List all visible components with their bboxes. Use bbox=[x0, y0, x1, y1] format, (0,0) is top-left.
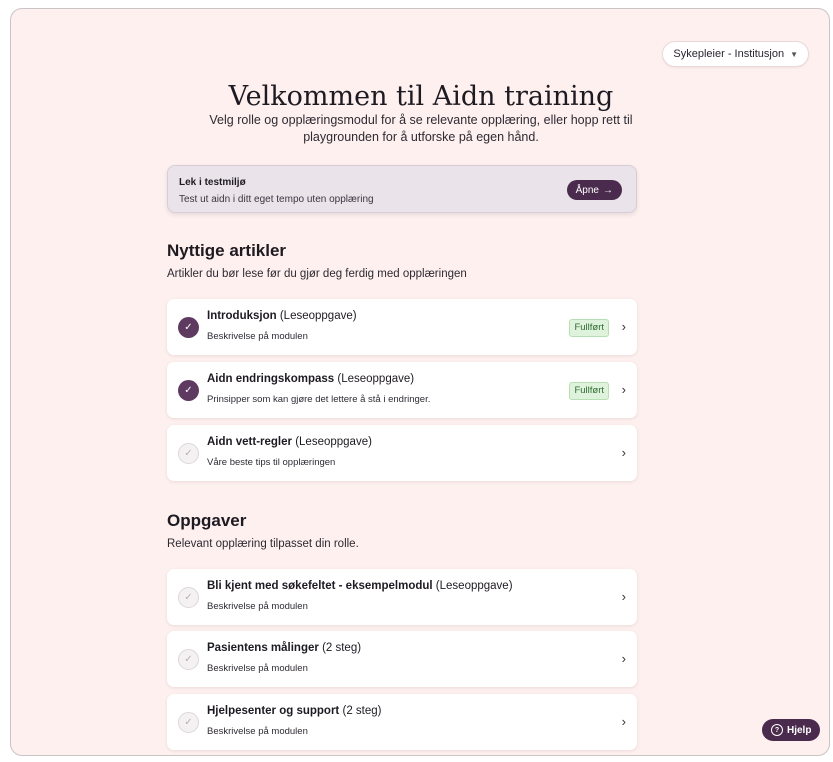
arrow-right-icon: → bbox=[603, 184, 613, 196]
page-title: Velkommen til Aidn training bbox=[228, 81, 614, 112]
check-icon: ✓ bbox=[178, 380, 199, 401]
check-icon: ✓ bbox=[178, 649, 199, 670]
task-title: Bli kjent med søkefeltet - eksempelmodul… bbox=[207, 580, 513, 592]
task-item-sokefeltet[interactable]: ✓ Bli kjent med søkefeltet - eksempelmod… bbox=[167, 569, 637, 625]
sandbox-title: Lek i testmiljø bbox=[179, 177, 246, 188]
task-description: Beskrivelse på modulen bbox=[207, 663, 308, 674]
chevron-right-icon: › bbox=[621, 589, 626, 604]
chevron-right-icon: › bbox=[621, 445, 626, 460]
completed-badge: Fullført bbox=[569, 319, 609, 337]
task-description: Beskrivelse på modulen bbox=[207, 601, 308, 612]
completed-badge: Fullført bbox=[569, 382, 609, 400]
task-title: Hjelpesenter og support (2 steg) bbox=[207, 705, 382, 717]
chevron-right-icon: › bbox=[621, 319, 626, 334]
chevron-right-icon: › bbox=[621, 651, 626, 666]
role-select[interactable]: Sykepleier - Institusjon ▼ bbox=[662, 41, 809, 67]
help-label: Hjelp bbox=[787, 724, 812, 736]
help-circle-icon: ? bbox=[771, 724, 783, 736]
sandbox-card[interactable]: Lek i testmiljø Test ut aidn i ditt eget… bbox=[167, 165, 637, 213]
article-item-endringskompass[interactable]: ✓ Aidn endringskompass (Leseoppgave) Pri… bbox=[167, 362, 637, 418]
task-item-malinger[interactable]: ✓ Pasientens målinger (2 steg) Beskrivel… bbox=[167, 631, 637, 687]
articles-subtitle: Artikler du bør lese før du gjør deg fer… bbox=[167, 268, 467, 280]
check-icon: ✓ bbox=[178, 443, 199, 464]
chevron-right-icon: › bbox=[621, 382, 626, 397]
articles-title: Nyttige artikler bbox=[167, 241, 287, 260]
task-title: Pasientens målinger (2 steg) bbox=[207, 642, 362, 654]
article-item-vett-regler[interactable]: ✓ Aidn vett-regler (Leseoppgave) Våre be… bbox=[167, 425, 637, 481]
open-sandbox-button[interactable]: Åpne → bbox=[566, 180, 622, 200]
tasks-title: Oppgaver bbox=[167, 511, 247, 530]
role-select-label: Sykepleier - Institusjon bbox=[673, 48, 785, 60]
task-description: Beskrivelse på modulen bbox=[207, 726, 308, 737]
check-icon: ✓ bbox=[178, 587, 199, 608]
app-window: Sykepleier - Institusjon ▼ Velkommen til… bbox=[10, 8, 830, 756]
article-item-introduksjon[interactable]: ✓ Introduksjon (Leseoppgave) Beskrivelse… bbox=[167, 299, 637, 355]
article-title: Aidn vett-regler (Leseoppgave) bbox=[207, 436, 372, 448]
sandbox-description: Test ut aidn i ditt eget tempo uten oppl… bbox=[179, 194, 374, 205]
article-description: Prinsipper som kan gjøre det lettere å s… bbox=[207, 394, 431, 405]
article-title: Introduksjon (Leseoppgave) bbox=[207, 310, 357, 322]
check-icon: ✓ bbox=[178, 712, 199, 733]
task-item-hjelpesenter[interactable]: ✓ Hjelpesenter og support (2 steg) Beskr… bbox=[167, 694, 637, 750]
tasks-subtitle: Relevant opplæring tilpasset din rolle. bbox=[167, 538, 359, 550]
article-title: Aidn endringskompass (Leseoppgave) bbox=[207, 373, 415, 385]
article-description: Våre beste tips til opplæringen bbox=[207, 457, 336, 468]
chevron-right-icon: › bbox=[621, 714, 626, 729]
help-button[interactable]: ? Hjelp bbox=[762, 719, 821, 741]
check-icon: ✓ bbox=[178, 317, 199, 338]
caret-down-icon: ▼ bbox=[790, 49, 798, 59]
page-subtitle: Velg rolle og opplæringsmodul for å se r… bbox=[209, 113, 633, 144]
article-description: Beskrivelse på modulen bbox=[207, 331, 308, 342]
open-sandbox-label: Åpne bbox=[575, 184, 599, 196]
